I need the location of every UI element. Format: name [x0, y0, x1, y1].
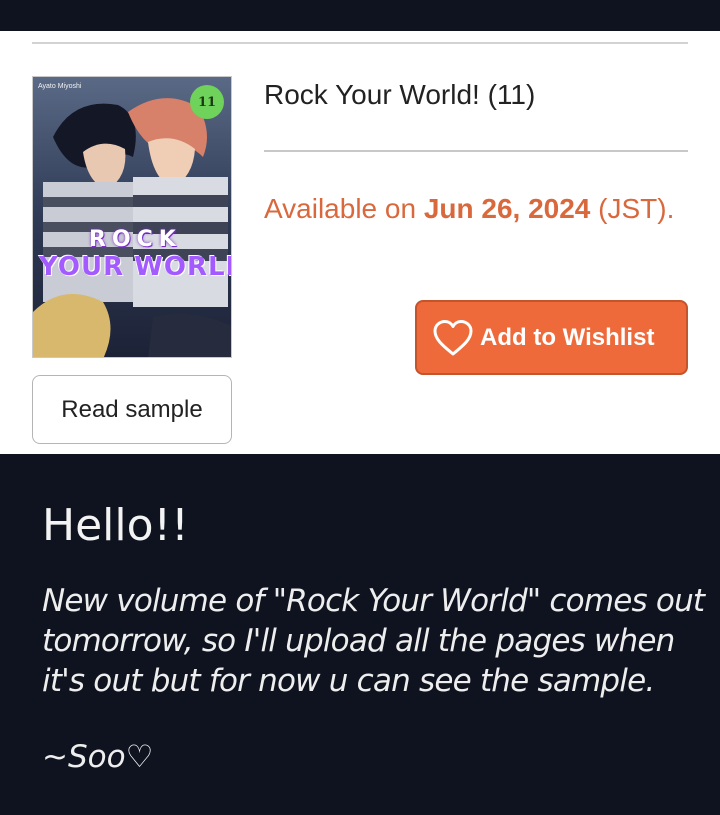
- post-message: New volume of "Rock Your World" comes ou…: [42, 583, 705, 699]
- product-title: Rock Your World! (11): [264, 79, 536, 110]
- cover-title-line1: ROCK: [89, 227, 182, 252]
- post-greeting: Hello!!: [42, 500, 189, 551]
- cover-title-line2: YOUR WORLD!: [39, 252, 231, 282]
- product-card: Ayato Miyoshi 11 ROCK YOUR WORLD! Rock Y…: [0, 31, 720, 454]
- availability-date: Jun 26, 2024: [423, 193, 591, 224]
- availability-suffix: (JST).: [598, 193, 675, 224]
- heart-outline-icon: [433, 319, 473, 355]
- post-signature: ~Soo♡: [42, 739, 154, 775]
- availability-prefix: Available on: [264, 193, 417, 224]
- post-body: Hello!! New volume of "Rock Your World" …: [42, 500, 720, 775]
- availability-text: Available on Jun 26, 2024 (JST).: [264, 187, 684, 230]
- read-sample-button[interactable]: Read sample: [32, 375, 232, 444]
- cover-volume-badge: 11: [190, 85, 224, 119]
- add-to-wishlist-button[interactable]: Add to Wishlist: [415, 300, 688, 375]
- cover-author: Ayato Miyoshi: [38, 83, 82, 90]
- wishlist-label: Add to Wishlist: [480, 323, 655, 351]
- top-dark-strip: [0, 0, 720, 31]
- cover-image[interactable]: Ayato Miyoshi 11 ROCK YOUR WORLD!: [32, 76, 232, 358]
- title-divider: [264, 150, 688, 152]
- cover-artwork: [33, 77, 231, 357]
- top-divider: [32, 42, 688, 44]
